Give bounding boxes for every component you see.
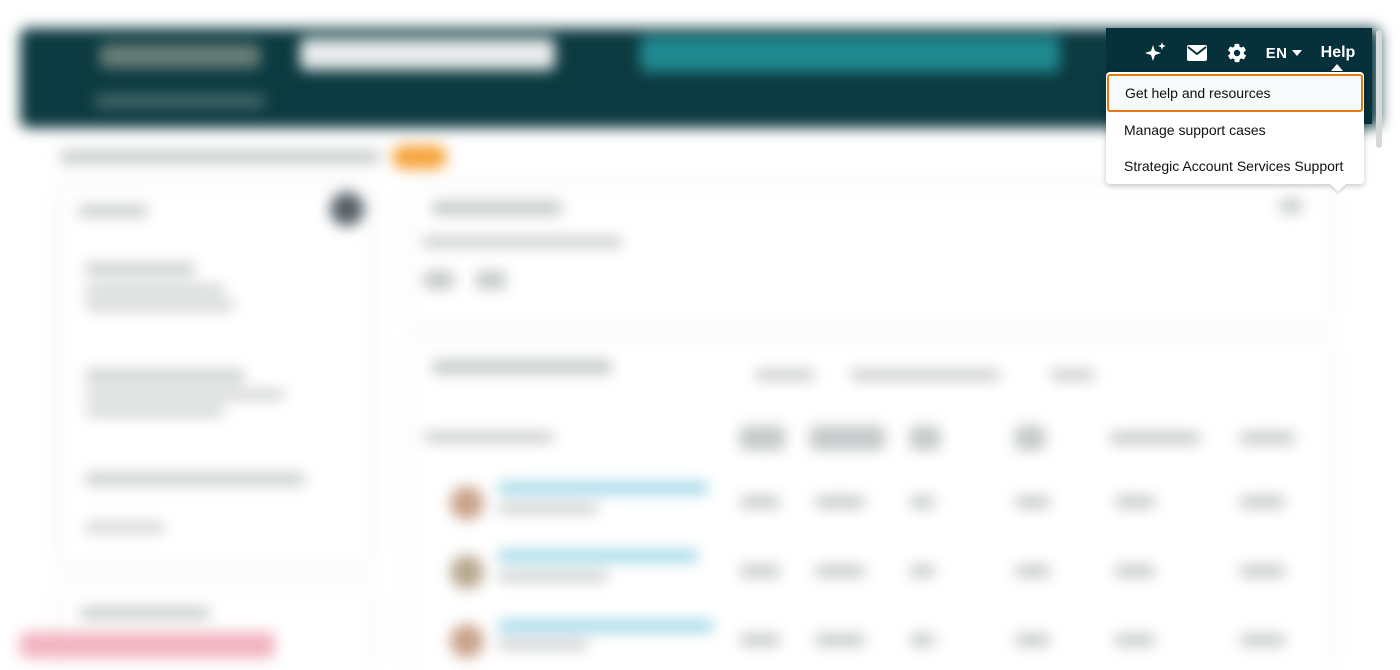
menu-tail	[1330, 184, 1346, 192]
help-menu-pointer	[1331, 64, 1343, 71]
mail-icon	[1187, 45, 1207, 61]
help-label: Help	[1320, 44, 1356, 61]
panel-avatar	[330, 192, 364, 226]
menu-item-get-help-and-resources[interactable]: Get help and resources	[1107, 74, 1363, 112]
search-field	[300, 38, 555, 70]
left-panel	[60, 185, 370, 565]
menu-item-label: Get help and resources	[1125, 85, 1271, 101]
menu-item-label: Manage support cases	[1124, 122, 1266, 138]
site-logo	[100, 44, 260, 68]
alert-banner	[20, 632, 275, 658]
sub-navigation	[95, 94, 265, 108]
menu-item-strategic-account-services-support[interactable]: Strategic Account Services Support	[1106, 148, 1364, 184]
data-table-card	[410, 340, 1330, 670]
caret-down-icon	[1292, 50, 1303, 56]
menu-item-label: Strategic Account Services Support	[1124, 158, 1344, 174]
breadcrumb	[60, 150, 380, 164]
settings-button[interactable]	[1222, 38, 1252, 68]
language-selector[interactable]: EN	[1262, 38, 1306, 68]
gear-icon	[1228, 43, 1247, 63]
messages-button[interactable]	[1183, 38, 1211, 68]
ai-assistant-button[interactable]	[1142, 38, 1170, 68]
sparkle-icon	[1145, 42, 1166, 61]
menu-item-manage-support-cases[interactable]: Manage support cases	[1106, 112, 1364, 148]
page-scrollbar[interactable]	[1376, 30, 1382, 148]
global-search-bar	[640, 36, 1060, 72]
help-dropdown-menu: Get help and resources Manage support ca…	[1106, 72, 1364, 184]
summary-card	[410, 185, 1330, 325]
language-label: EN	[1265, 44, 1288, 62]
status-badge	[392, 145, 447, 169]
